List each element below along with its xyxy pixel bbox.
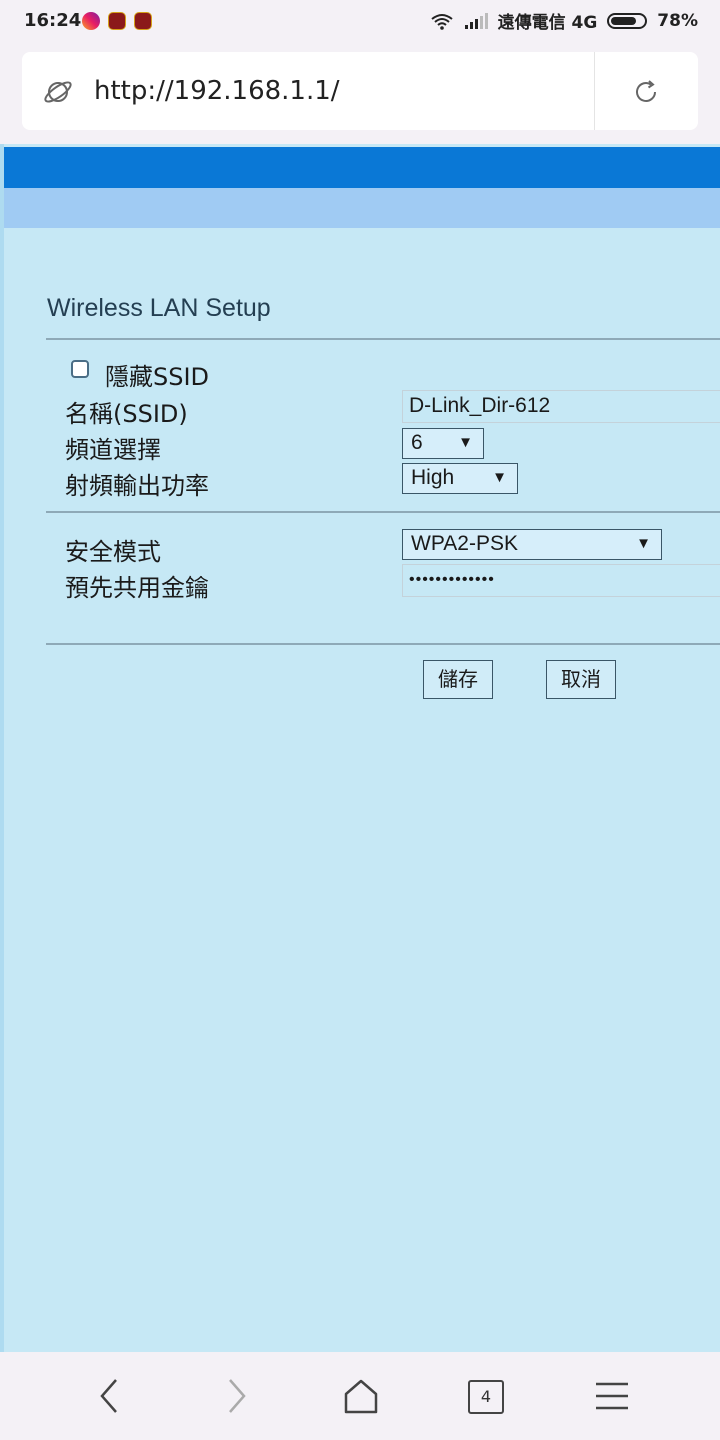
ssid-label: 名稱(SSID) [65,400,188,428]
url-text[interactable]: http://192.168.1.1/ [94,76,340,106]
status-bar: 16:24 遠傳電信 4G 78% [0,0,720,44]
hide-ssid-checkbox[interactable] [71,360,89,378]
reload-icon[interactable] [633,79,659,105]
status-time: 16:24 [24,10,82,31]
ssid-input[interactable]: D-Link_Dir-612 [402,390,720,423]
router-page: Wireless LAN Setup 隱藏SSID 名稱(SSID) D-Lin… [0,144,720,1352]
divider [46,643,720,645]
hide-ssid-label: 隱藏SSID [105,363,210,391]
psk-input[interactable]: ••••••••••••• [402,564,720,597]
dropdown-arrow-icon: ▼ [636,535,651,552]
notification-icons [82,12,152,30]
back-icon[interactable] [96,1376,124,1416]
battery-icon [607,12,648,29]
channel-select[interactable]: 6 ▼ [402,428,484,459]
save-button[interactable]: 儲存 [423,660,493,699]
signal-icon [464,12,488,29]
page-subheader-bar [4,188,720,228]
security-mode-label: 安全模式 [65,538,161,566]
psk-label: 預先共用金鑰 [65,574,209,602]
menu-icon[interactable] [594,1376,630,1416]
security-mode-select[interactable]: WPA2-PSK ▼ [402,529,662,560]
tabs-button[interactable]: 4 [468,1380,504,1414]
channel-value: 6 [411,431,423,454]
url-divider [594,52,595,130]
site-info-icon[interactable] [44,78,72,106]
instagram-icon [82,12,100,30]
home-icon[interactable] [343,1376,379,1416]
divider [46,511,720,513]
game-app-icon [134,12,152,30]
divider [46,338,720,340]
browser-nav-bar [0,1352,720,1440]
carrier-label: 遠傳電信 4G [497,13,598,33]
page-title: Wireless LAN Setup [47,294,271,322]
dropdown-arrow-icon: ▼ [492,469,507,486]
battery-level [611,16,637,25]
power-label: 射頻輸出功率 [65,472,209,500]
wifi-icon [430,13,453,30]
game-app-icon [108,12,126,30]
status-right: 遠傳電信 4G 78% [430,8,698,33]
page-header-bar [4,147,720,188]
cancel-button[interactable]: 取消 [546,660,616,699]
address-bar[interactable]: http://192.168.1.1/ [22,52,698,130]
power-value: High [411,466,455,489]
power-select[interactable]: High ▼ [402,463,518,494]
dropdown-arrow-icon: ▼ [458,434,473,451]
channel-label: 頻道選擇 [65,436,161,464]
forward-icon[interactable] [222,1376,250,1416]
battery-percent: 78% [657,10,698,31]
security-mode-value: WPA2-PSK [411,532,518,555]
